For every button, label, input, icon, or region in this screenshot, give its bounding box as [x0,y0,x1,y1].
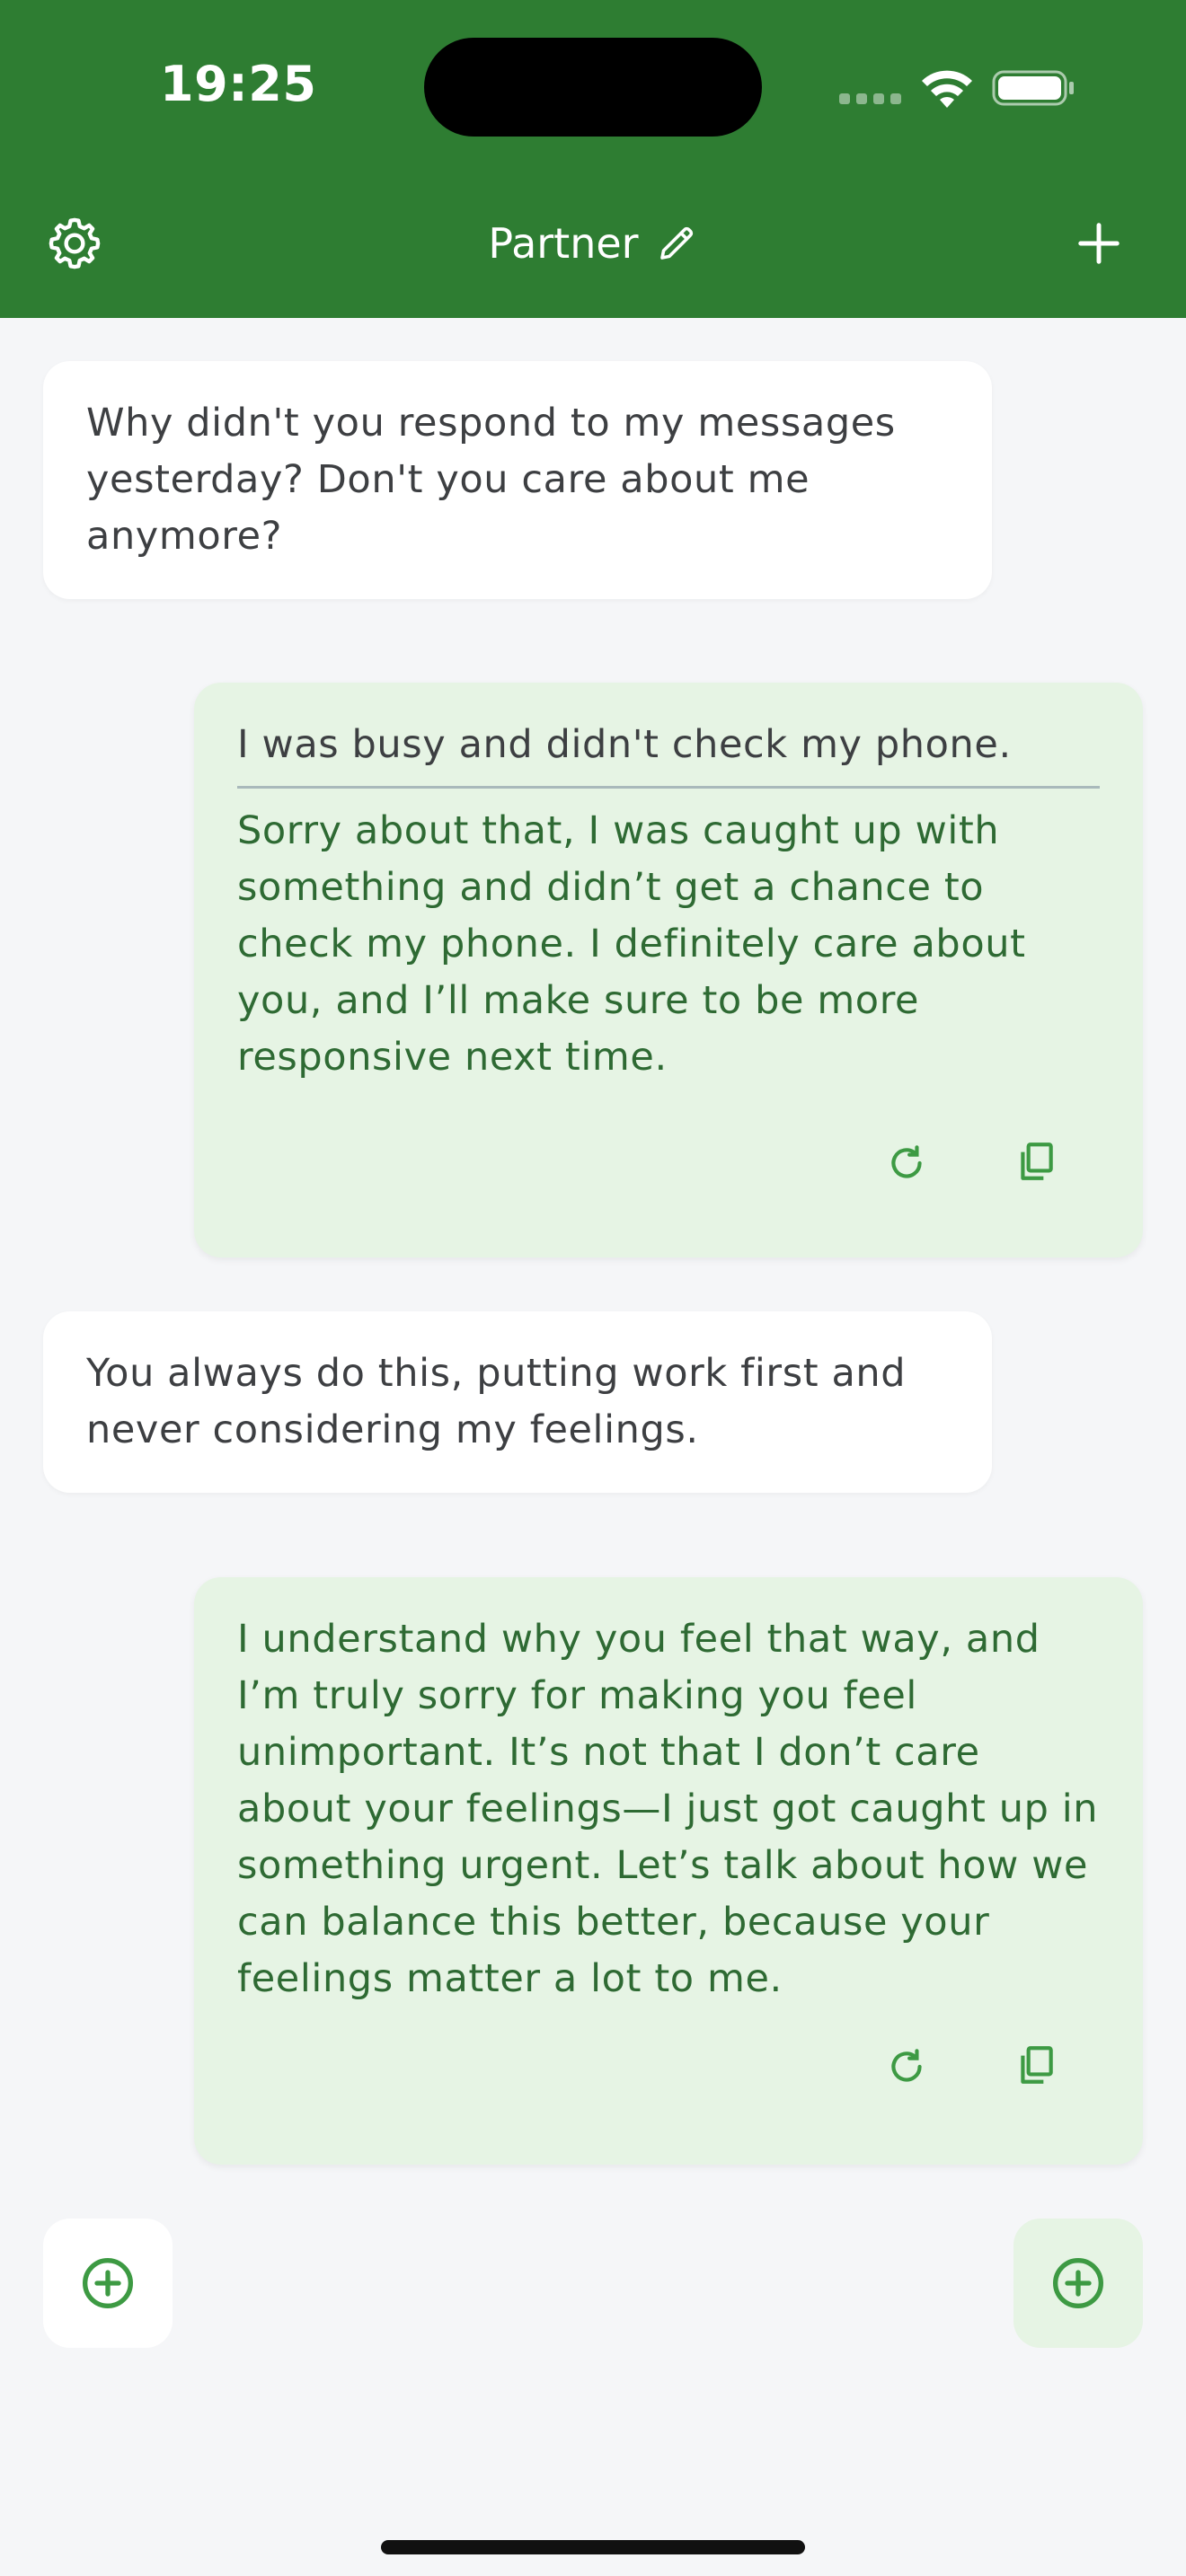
wifi-icon [922,70,972,108]
pencil-icon[interactable] [655,222,698,265]
partner-message-text: You always do this, putting work first a… [86,1351,907,1452]
conversation-title-area[interactable]: Partner [0,212,1186,275]
copy-icon[interactable] [1013,2042,1058,2087]
partner-message[interactable]: You always do this, putting work first a… [43,1311,992,1493]
battery-icon [992,70,1074,106]
refresh-icon[interactable] [884,2044,929,2089]
copy-icon[interactable] [1013,1139,1058,1184]
status-time: 19:25 [160,56,317,112]
conversation-title: Partner [488,219,639,268]
dynamic-island [424,38,762,137]
add-circle-icon [83,2258,133,2308]
my-reply-message[interactable]: I was busy and didn't check my phone. So… [194,683,1143,1257]
partner-message-text: Why didn't you respond to my messages ye… [86,401,896,559]
app-header: 19:25 Partner [0,0,1186,318]
reply-text: Sorry about that, I was caught up with s… [237,808,1026,1080]
refresh-icon[interactable] [884,1141,929,1186]
reply-text: I understand why you feel that way, and … [237,1617,1099,2001]
add-circle-icon [1053,2258,1103,2308]
plus-icon[interactable] [1075,219,1123,268]
partner-message[interactable]: Why didn't you respond to my messages ye… [43,361,992,599]
add-my-message-button[interactable] [1013,2219,1143,2348]
my-reply-message[interactable]: I understand why you feel that way, and … [194,1577,1143,2165]
add-partner-message-button[interactable] [43,2219,173,2348]
divider [237,786,1100,789]
cellular-signal-icon [839,93,901,104]
home-indicator[interactable] [381,2540,805,2554]
reply-prompt-text: I was busy and didn't check my phone. [237,722,1012,767]
